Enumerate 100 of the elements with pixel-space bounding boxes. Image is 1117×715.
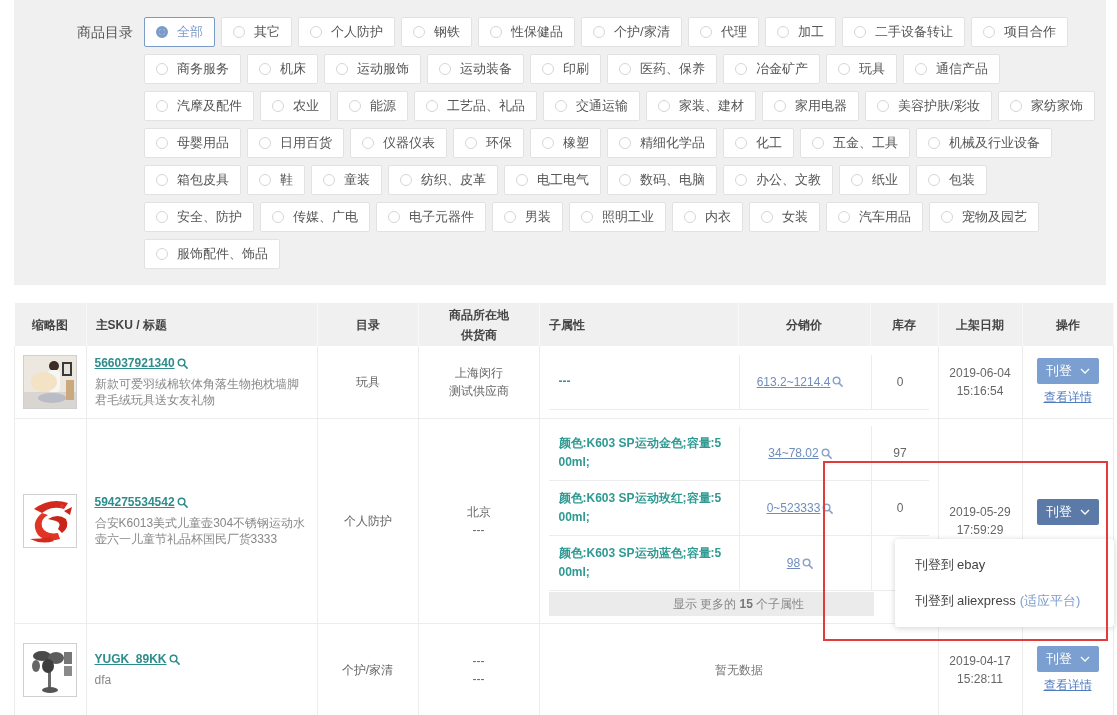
- sku-link[interactable]: 594275534542: [94, 495, 175, 509]
- category-option[interactable]: 汽摩及配件: [144, 91, 254, 121]
- publish-button[interactable]: 刊登: [1036, 499, 1099, 525]
- category-option[interactable]: 母婴用品: [144, 128, 241, 158]
- supplier-text: ---: [471, 522, 486, 539]
- category-option[interactable]: 纸业: [839, 165, 910, 195]
- search-icon[interactable]: [176, 357, 188, 369]
- time-text: 17:59:29: [955, 522, 1005, 539]
- column-header: 操作: [1054, 316, 1081, 334]
- category-option[interactable]: 通信产品: [903, 54, 1000, 84]
- location-text: 北京: [465, 504, 492, 521]
- category-option[interactable]: 鞋: [247, 165, 305, 195]
- column-header: 子属性: [548, 316, 586, 334]
- category-option[interactable]: 钢铁: [401, 17, 472, 47]
- show-more-bar[interactable]: 显示 更多的 15 个子属性: [548, 592, 874, 616]
- category-option[interactable]: 二手设备转让: [841, 17, 965, 47]
- caret-icon: [1079, 509, 1090, 515]
- price-link[interactable]: 34~78.02: [768, 446, 819, 460]
- category-option[interactable]: 日用百货: [247, 128, 344, 158]
- stock-text: 0: [896, 501, 904, 515]
- category-option[interactable]: 纺织、皮革: [388, 165, 498, 195]
- product-title: dfa: [94, 672, 113, 688]
- detail-link[interactable]: 查看详情: [1043, 388, 1092, 406]
- category-option[interactable]: 女装: [749, 202, 820, 232]
- search-icon[interactable]: [820, 447, 832, 459]
- category-option[interactable]: 交通运输: [543, 91, 640, 121]
- category-option[interactable]: 办公、文教: [723, 165, 833, 195]
- category-option[interactable]: 项目合作: [970, 17, 1068, 47]
- category-option[interactable]: 运动装备: [427, 54, 524, 84]
- category-option[interactable]: 环保: [453, 128, 524, 158]
- category-option[interactable]: 家装、建材: [646, 91, 756, 121]
- category-text: 个人防护: [343, 514, 392, 528]
- category-option[interactable]: 数码、电脑: [607, 165, 717, 195]
- category-option[interactable]: 电子元器件: [376, 202, 486, 232]
- category-option[interactable]: 医药、保养: [607, 54, 717, 84]
- date-text: 2019-06-04: [948, 365, 1012, 382]
- category-option[interactable]: 个人防护: [298, 17, 395, 47]
- stock-text: 97: [893, 446, 907, 460]
- column-header: 上架日期: [955, 316, 1005, 334]
- category-option[interactable]: 照明工业: [569, 202, 666, 232]
- category-option[interactable]: 印刷: [530, 54, 601, 84]
- search-icon[interactable]: [168, 653, 180, 665]
- category-option[interactable]: 加工: [764, 17, 836, 47]
- platform-note: (适应平台): [1019, 593, 1081, 608]
- category-option[interactable]: 仪器仪表: [350, 128, 447, 158]
- category-option[interactable]: 美容护肤/彩妆: [865, 91, 992, 121]
- category-option[interactable]: 童装: [311, 165, 382, 195]
- price-link[interactable]: 613.2~1214.4: [756, 374, 831, 389]
- category-option[interactable]: 其它: [221, 17, 292, 47]
- product-title: 新款可爱羽绒棉软体角落生物抱枕墙脚君毛绒玩具送女友礼物: [94, 376, 300, 408]
- column-header: 缩略图: [31, 316, 69, 334]
- date-text: 2019-05-29: [948, 504, 1012, 521]
- category-option[interactable]: 安全、防护: [144, 202, 254, 232]
- search-icon[interactable]: [176, 496, 188, 508]
- menu-item[interactable]: 刊登到 ebay: [894, 547, 1114, 583]
- price-link[interactable]: 0~523333: [766, 501, 821, 515]
- category-option[interactable]: 冶金矿产: [723, 54, 820, 84]
- supplier-text: 测试供应商: [447, 383, 510, 400]
- category-option[interactable]: 代理: [687, 17, 759, 47]
- category-option[interactable]: 能源: [337, 91, 408, 121]
- variant-attribute: ---: [558, 373, 572, 390]
- category-option[interactable]: 个护/家清: [581, 17, 682, 47]
- category-option[interactable]: 五金、工具: [800, 128, 910, 158]
- category-option[interactable]: 汽车用品: [826, 202, 923, 232]
- category-option[interactable]: 化工: [723, 128, 794, 158]
- column-header: 分销价: [785, 316, 823, 334]
- category-option[interactable]: 橡塑: [530, 128, 601, 158]
- caret-icon: [1079, 656, 1090, 662]
- search-icon[interactable]: [802, 557, 814, 569]
- menu-item[interactable]: 刊登到 aliexpress (适应平台): [894, 583, 1114, 619]
- category-option[interactable]: 箱包皮具: [144, 165, 241, 195]
- category-option[interactable]: 家纺家饰: [997, 91, 1095, 121]
- category-option[interactable]: 宠物及园艺: [929, 202, 1039, 232]
- column-header: 供货商: [459, 326, 498, 344]
- category-option[interactable]: 运动服饰: [324, 54, 421, 84]
- category-option[interactable]: 商务服务: [144, 54, 241, 84]
- time-text: 15:28:11: [956, 671, 1004, 688]
- category-option[interactable]: 机床: [247, 54, 318, 84]
- category-option[interactable]: 玩具: [826, 54, 897, 84]
- search-icon[interactable]: [832, 376, 844, 387]
- category-option[interactable]: 性保健品: [478, 17, 575, 47]
- category-option[interactable]: 男装: [492, 202, 563, 232]
- column-header: 目录: [354, 316, 381, 334]
- category-option[interactable]: 服饰配件、饰品: [144, 239, 280, 269]
- category-option[interactable]: 农业: [260, 91, 331, 121]
- category-option[interactable]: 传媒、广电: [260, 202, 370, 232]
- search-icon[interactable]: [822, 502, 834, 514]
- detail-link[interactable]: 查看详情: [1043, 676, 1092, 694]
- category-option[interactable]: 机械及行业设备: [916, 128, 1052, 158]
- category-option[interactable]: 包装: [916, 165, 987, 195]
- price-link[interactable]: 98: [786, 556, 801, 570]
- sku-link[interactable]: 566037921340: [94, 356, 175, 370]
- category-option[interactable]: 精细化学品: [607, 128, 717, 158]
- column-header: 库存: [891, 316, 917, 334]
- sku-link[interactable]: YUGK_89KK: [94, 652, 167, 666]
- category-option[interactable]: 工艺品、礼品: [414, 91, 537, 121]
- category-option[interactable]: 电工电气: [504, 165, 601, 195]
- category-option[interactable]: 家用电器: [762, 91, 859, 121]
- caret-icon: [1079, 368, 1090, 374]
- category-option[interactable]: 内衣: [672, 202, 743, 232]
